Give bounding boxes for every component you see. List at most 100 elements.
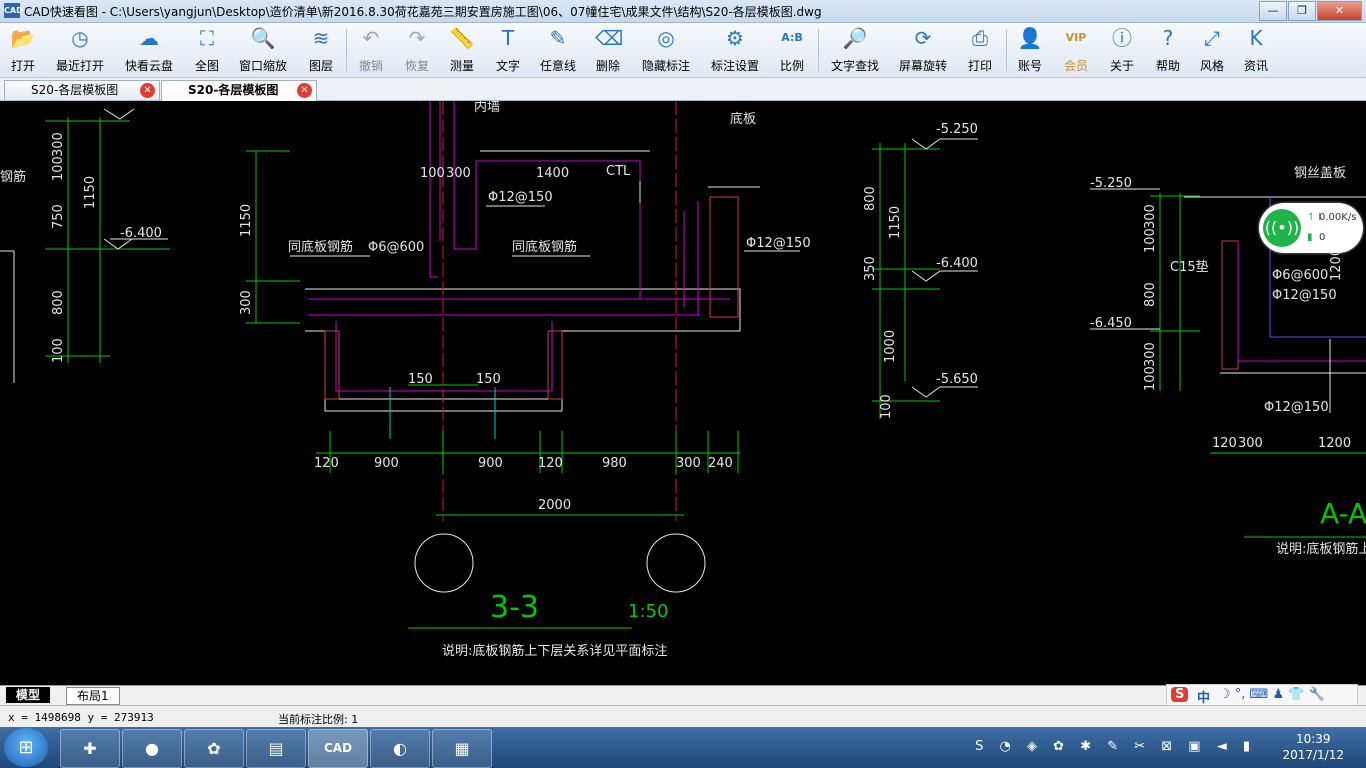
title-bar: CAD CAD快速看图 - C:\Users\yangjun\Desktop\造…: [0, 0, 1366, 23]
toolbar-divider: [346, 29, 347, 71]
ratio-label: 比例: [779, 59, 804, 73]
news-button[interactable]: K 资讯: [1238, 26, 1274, 74]
elevation-mid-top: -5.250: [936, 122, 978, 137]
system-clock[interactable]: 10:39 2017/1/12: [1282, 731, 1344, 763]
label-right-phi6: Φ6@600: [1272, 268, 1328, 283]
window-zoom-button[interactable]: 🔍 窗口缩放: [234, 26, 292, 74]
full-view-button[interactable]: ⛶ 全图: [190, 26, 224, 74]
vip-icon: VIP: [1065, 31, 1087, 44]
user-icon: 👤: [1017, 26, 1043, 50]
elevation-left: -6.400: [120, 226, 162, 241]
taskbar-explorer[interactable]: ▤: [246, 729, 306, 768]
layers-label: 图层: [308, 59, 333, 73]
vip-button[interactable]: VIP 会员: [1058, 26, 1094, 74]
start-button[interactable]: ⊞: [4, 728, 48, 767]
cloud-button[interactable]: ☁ 快看云盘: [120, 26, 178, 74]
dim-left-100: 100: [51, 156, 66, 181]
elevation-mark: [911, 386, 978, 398]
dim-right-1200: 1200: [1318, 436, 1351, 451]
close-button[interactable]: ✕: [1317, 1, 1362, 21]
style-button[interactable]: ⤢ 风格: [1194, 26, 1230, 74]
open-label: 打开: [10, 59, 35, 73]
close-tab-icon[interactable]: ✕: [297, 83, 312, 98]
taskbar-app-6[interactable]: ◐: [370, 729, 430, 768]
print-button[interactable]: ⎙ 打印: [962, 26, 998, 74]
tab-model[interactable]: 模型: [6, 687, 51, 703]
ime-tool-icons[interactable]: ☽ °, ⌨ ♟ 👕 🔧: [1219, 687, 1325, 702]
account-button[interactable]: 👤 账号: [1012, 26, 1048, 74]
about-button[interactable]: ⓘ 关于: [1104, 26, 1140, 74]
layers-icon: ≋: [312, 26, 330, 50]
window-controls: — ❐ ✕: [1258, 1, 1362, 21]
dim-right-800: 800: [1143, 282, 1158, 307]
redo-icon: ↷: [408, 26, 426, 50]
dim-main-1150: 1150: [239, 204, 254, 237]
ime-language[interactable]: 中: [1197, 687, 1210, 706]
measure-button[interactable]: 📏 测量: [444, 26, 480, 74]
system-tray-icons[interactable]: S ◔ ◈ ✿ ✱ ✎ ✂ ⊠ ▣ ◄ ▮: [975, 739, 1256, 754]
tab-layout1[interactable]: 布局1: [66, 687, 120, 705]
recent-button[interactable]: ◷ 最近打开: [52, 26, 108, 74]
taskbar-app-3[interactable]: ✿: [184, 729, 244, 768]
dim-mid-800: 800: [863, 186, 878, 211]
cad-drawing[interactable]: 内墙 底板 CTL Φ12@150 同底板钢筋 Φ6@600 同底板钢筋 Φ12…: [0, 101, 1366, 685]
dim-right-300b: 300: [1143, 342, 1158, 367]
wifi-icon: ((•)): [1263, 209, 1301, 247]
document-tab-1[interactable]: S20-各层模板图 ✕: [4, 80, 160, 100]
print-label: 打印: [967, 59, 992, 73]
axis-bubble: [646, 533, 706, 593]
help-button[interactable]: ? 帮助: [1150, 26, 1186, 74]
dim-settings-button[interactable]: ⚙ 标注设置: [706, 26, 764, 74]
dim-mid-100: 100: [879, 394, 894, 419]
help-label: 帮助: [1155, 59, 1180, 73]
dim-settings-label: 标注设置: [710, 59, 759, 73]
cloud-icon: ☁: [139, 26, 159, 50]
label-rebar-phi12-right: Φ12@150: [746, 236, 811, 251]
freehand-button[interactable]: ✎ 任意线: [536, 26, 580, 74]
document-tab-2[interactable]: S20-各层模板图 ✕: [161, 80, 317, 101]
style-icon: ⤢: [1204, 26, 1220, 50]
network-speed-widget[interactable]: ((•)) ↿⇂ 0.00K/s ▮ 0: [1259, 203, 1363, 253]
redo-button[interactable]: ↷ 恢复: [398, 26, 436, 74]
battery-icon: ▮: [1307, 232, 1313, 243]
hatch-wall: [1221, 240, 1239, 370]
ratio-button[interactable]: A:B 比例: [774, 26, 810, 74]
printer-icon: ⎙: [972, 26, 988, 50]
dim-left-750: 750: [51, 204, 66, 229]
dim-150-b: 150: [476, 372, 501, 387]
layout-tabs: 模型 布局1: [0, 685, 1366, 705]
label-right-phi12-a: Φ12@150: [1272, 288, 1337, 303]
dim-300: 300: [446, 166, 471, 181]
delete-button[interactable]: ⌫ 删除: [590, 26, 626, 74]
drawing-canvas[interactable]: 内墙 底板 CTL Φ12@150 同底板钢筋 Φ6@600 同底板钢筋 Φ12…: [0, 101, 1366, 685]
zoom-window-icon: 🔍: [250, 26, 276, 50]
label-rebar-phi6: Φ6@600: [368, 240, 424, 255]
taskbar-app-1[interactable]: ✚: [60, 729, 120, 768]
hatch-wall: [324, 330, 340, 400]
dim-right-120: 120: [1212, 436, 1237, 451]
dim-mid-1150: 1150: [888, 206, 903, 239]
layers-button[interactable]: ≋ 图层: [302, 26, 340, 74]
eraser-icon: ⌫: [595, 26, 624, 50]
label-rebar-phi12-top: Φ12@150: [488, 190, 553, 205]
taskbar-app-7[interactable]: ▦: [432, 729, 492, 768]
minimize-button[interactable]: —: [1259, 1, 1287, 21]
label-left-rebar: 钢筋: [0, 169, 26, 185]
text-button[interactable]: T 文字: [490, 26, 526, 74]
rebar-line: [335, 321, 553, 392]
taskbar-cad-app[interactable]: CAD: [308, 729, 368, 768]
text-search-button[interactable]: 🔎 文字查找: [826, 26, 884, 74]
text-label: 文字: [495, 59, 520, 73]
label-steel-cover: 钢丝盖板: [1294, 166, 1346, 181]
open-button[interactable]: 📂 打开: [4, 26, 42, 74]
elevation-mark: [103, 108, 135, 120]
cursor-coordinates: x = 1498698 y = 273913: [8, 711, 154, 724]
undo-button[interactable]: ↶ 撤销: [352, 26, 390, 74]
hide-dims-button[interactable]: ◎ 隐藏标注: [638, 26, 694, 74]
taskbar-app-2[interactable]: ●: [122, 729, 182, 768]
maximize-button[interactable]: ❐: [1288, 1, 1316, 21]
sogou-logo-icon: S: [1171, 687, 1189, 702]
rotate-screen-button[interactable]: ⟳ 屏幕旋转: [896, 26, 950, 74]
close-tab-icon[interactable]: ✕: [140, 83, 155, 98]
elevation-mark: [911, 270, 978, 282]
